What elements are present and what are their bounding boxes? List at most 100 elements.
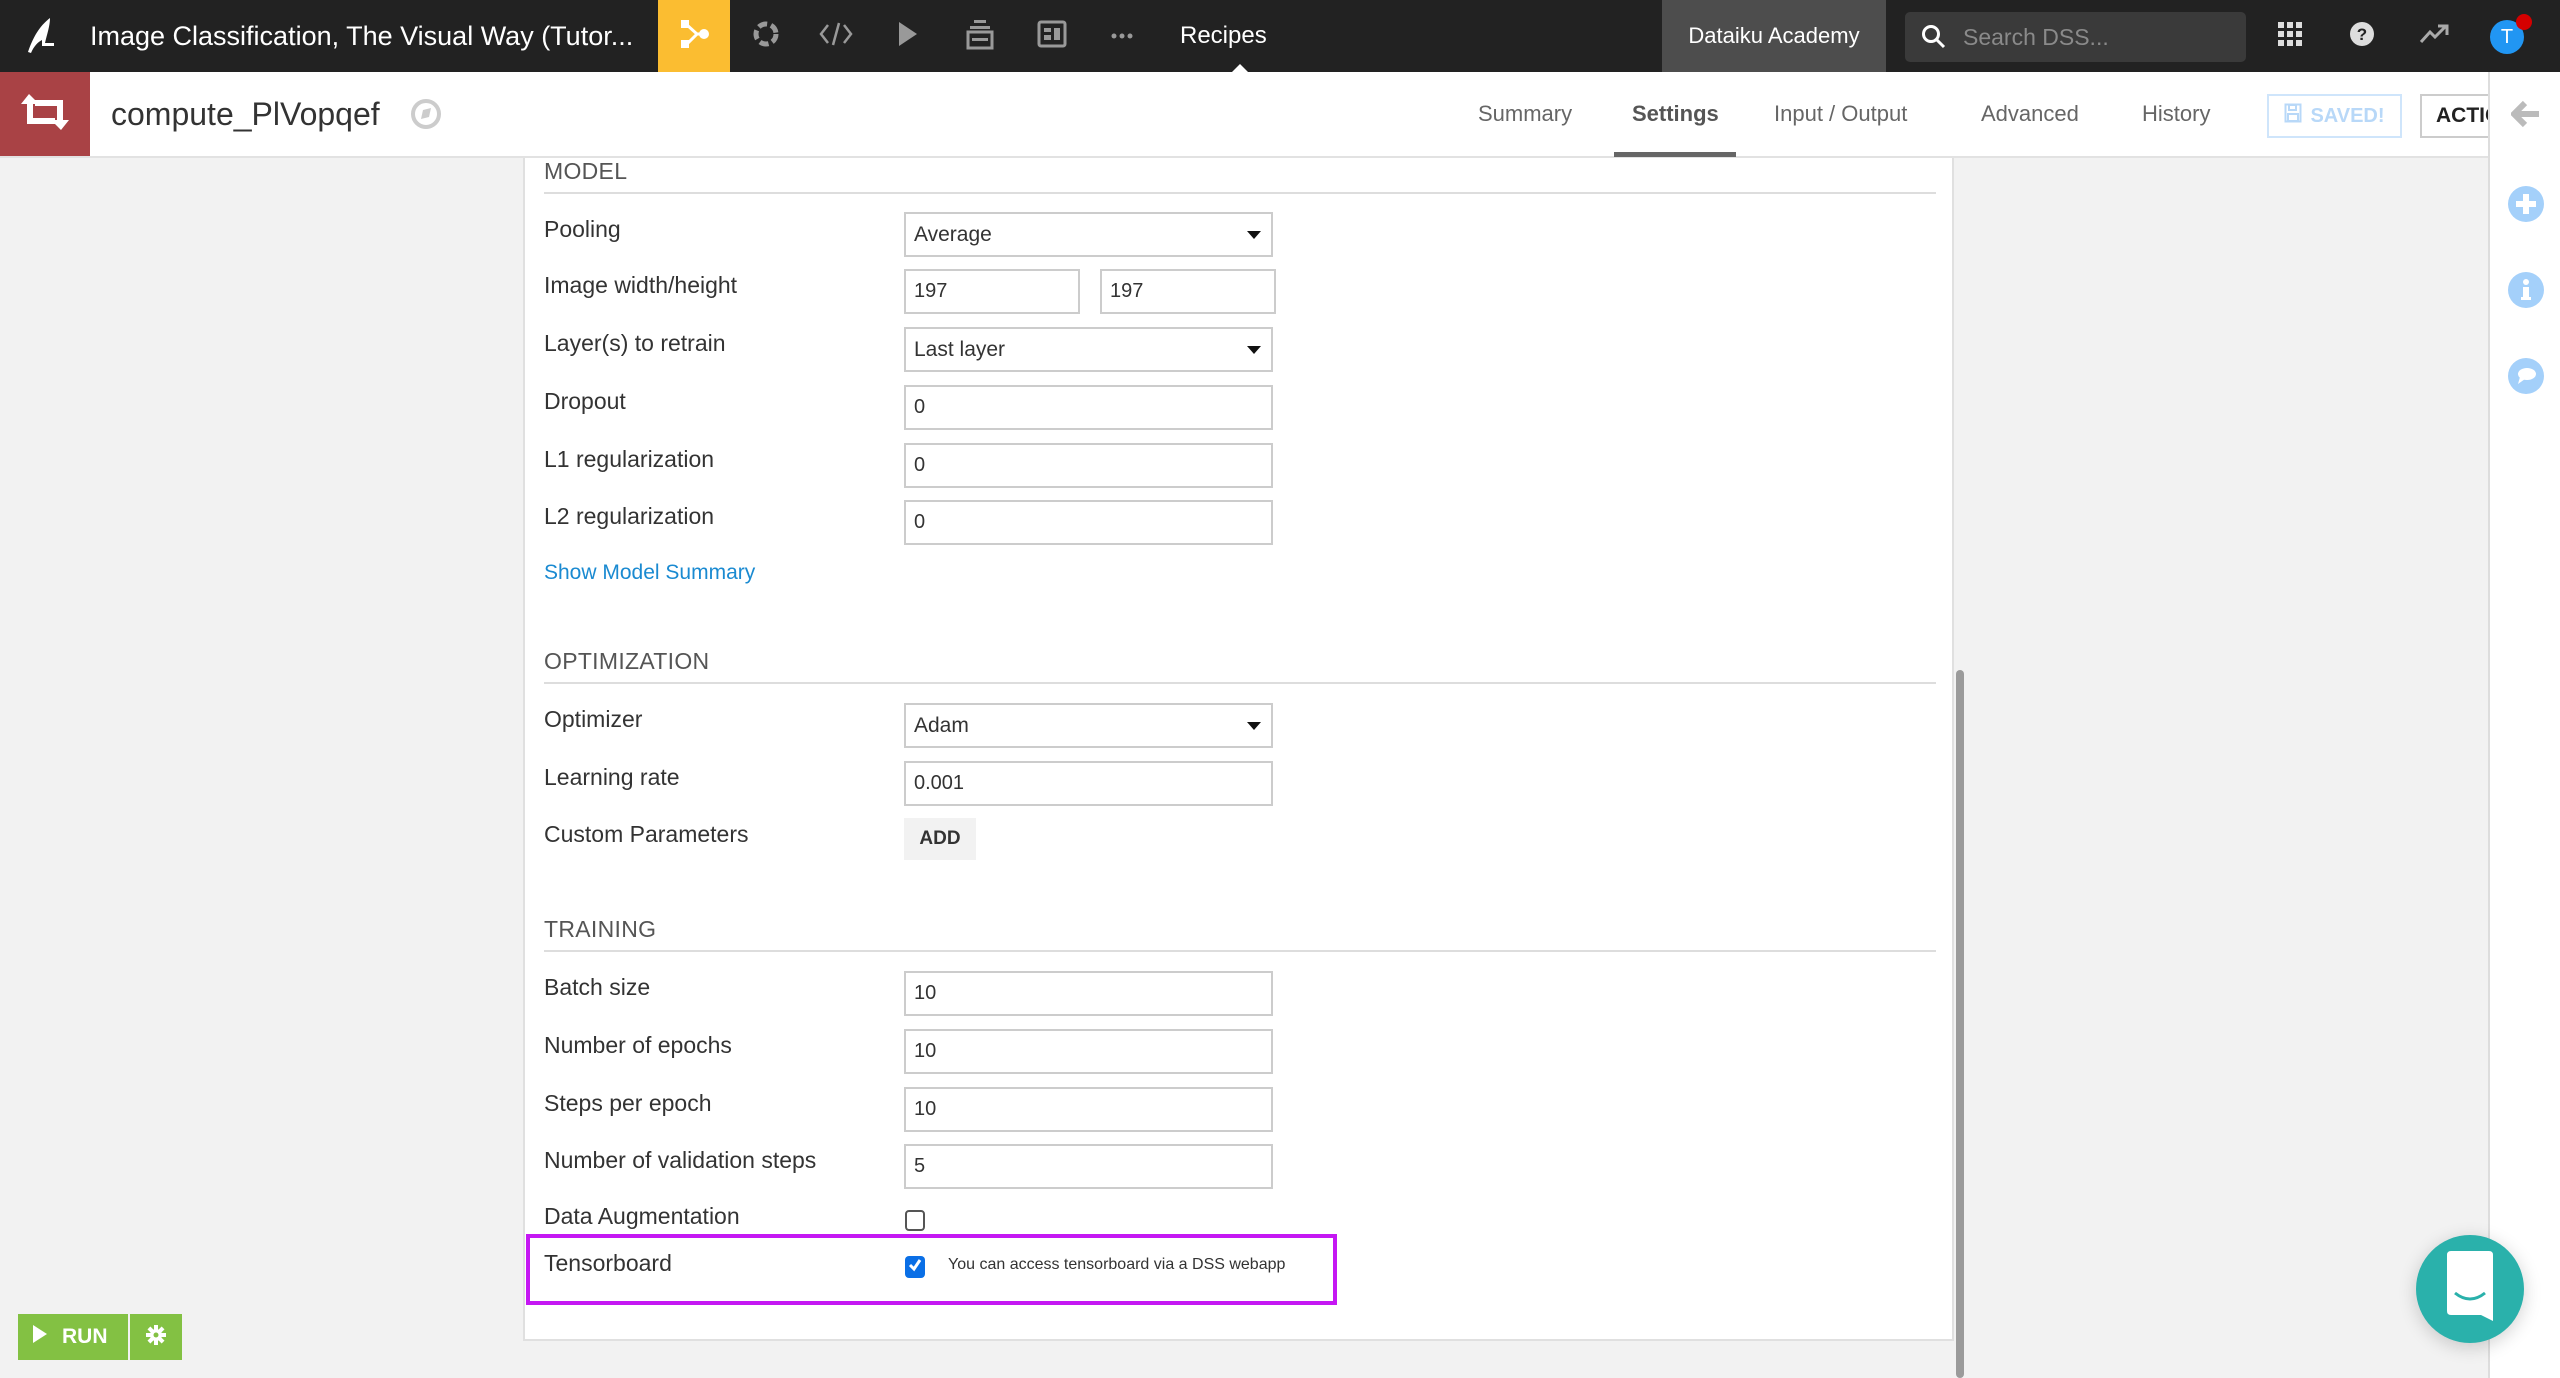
batch-size-label: Batch size xyxy=(544,974,651,1000)
run-button[interactable]: RUN xyxy=(18,1314,128,1360)
dashboard-icon xyxy=(1037,20,1067,53)
batch-size-input[interactable] xyxy=(904,971,1273,1016)
dropout-input[interactable] xyxy=(904,385,1273,430)
caret-down-icon xyxy=(1247,231,1261,239)
tab-advanced[interactable]: Advanced xyxy=(1981,72,2079,156)
flow-icon xyxy=(677,17,711,56)
section-divider xyxy=(544,682,1936,684)
epochs-input[interactable] xyxy=(904,1029,1273,1074)
add-custom-parameter-button[interactable]: ADD xyxy=(904,818,976,860)
epochs-label: Number of epochs xyxy=(544,1032,732,1058)
image-size-label: Image width/height xyxy=(544,272,738,298)
lab-button[interactable] xyxy=(736,0,796,72)
section-title-training: TRAINING xyxy=(544,916,657,942)
data-augmentation-checkbox[interactable] xyxy=(905,1210,925,1231)
right-sidebar xyxy=(2488,72,2560,1378)
validation-steps-label: Number of validation steps xyxy=(544,1147,817,1173)
search-icon xyxy=(1921,24,1947,50)
notification-badge xyxy=(2516,14,2532,30)
pooling-value: Average xyxy=(914,223,992,246)
collapse-panel-button[interactable] xyxy=(2508,98,2544,134)
optimizer-select[interactable]: Adam xyxy=(904,703,1273,748)
active-tab-indicator xyxy=(1614,152,1736,157)
more-icon xyxy=(1110,27,1134,45)
layers-value: Last layer xyxy=(914,338,1006,361)
jobs-button[interactable] xyxy=(878,0,938,72)
layers-select[interactable]: Last layer xyxy=(904,327,1273,372)
steps-per-epoch-label: Steps per epoch xyxy=(544,1090,712,1116)
section-title-model: MODEL xyxy=(544,158,628,184)
support-chat-launcher[interactable] xyxy=(2416,1235,2524,1343)
trending-up-icon xyxy=(2419,23,2449,50)
tab-input-output[interactable]: Input / Output xyxy=(1774,72,1907,156)
apps-grid-button[interactable] xyxy=(2272,18,2308,54)
dataiku-logo-icon[interactable] xyxy=(20,16,64,56)
project-title[interactable]: Image Classification, The Visual Way (Tu… xyxy=(90,0,633,72)
apps-grid-icon xyxy=(2277,21,2303,52)
image-width-input[interactable] xyxy=(904,269,1080,314)
caret-down-icon xyxy=(1247,722,1261,730)
more-button[interactable] xyxy=(1092,0,1152,72)
flow-button[interactable] xyxy=(658,0,730,72)
lab-icon xyxy=(752,19,780,54)
chat-bubble-icon xyxy=(2508,357,2544,399)
plus-circle-icon xyxy=(2508,185,2544,227)
section-title-optimization: OPTIMIZATION xyxy=(544,648,710,674)
actions-plus-button[interactable] xyxy=(2508,185,2544,227)
l2-input[interactable] xyxy=(904,500,1273,545)
recipe-type-badge xyxy=(0,72,90,156)
l1-label: L1 regularization xyxy=(544,446,715,472)
annotation-highlight-box xyxy=(526,1234,1337,1305)
steps-per-epoch-input[interactable] xyxy=(904,1087,1273,1132)
custom-parameters-label: Custom Parameters xyxy=(544,821,749,847)
arrow-left-icon xyxy=(2509,100,2541,133)
l2-label: L2 regularization xyxy=(544,503,715,529)
learning-rate-input[interactable] xyxy=(904,761,1273,806)
tab-settings[interactable]: Settings xyxy=(1632,72,1719,156)
recipe-sync-icon xyxy=(19,92,71,137)
svg-text:?: ? xyxy=(2357,25,2367,44)
dashboards-button[interactable] xyxy=(1022,0,1082,72)
discussions-button[interactable] xyxy=(2508,357,2544,399)
navigator-compass-icon[interactable] xyxy=(410,98,442,130)
gear-icon xyxy=(146,1324,166,1350)
image-height-input[interactable] xyxy=(1100,269,1276,314)
datasets-button[interactable] xyxy=(950,0,1010,72)
scrollbar-thumb[interactable] xyxy=(1956,670,1964,1378)
data-augmentation-label: Data Augmentation xyxy=(544,1203,740,1229)
run-options-button[interactable] xyxy=(130,1314,182,1360)
layers-label: Layer(s) to retrain xyxy=(544,330,726,356)
floppy-disk-icon xyxy=(2284,103,2302,129)
code-button[interactable] xyxy=(806,0,866,72)
tab-summary[interactable]: Summary xyxy=(1478,72,1572,156)
validation-steps-input[interactable] xyxy=(904,1144,1273,1189)
recipe-header: compute_PlVopqef Summary Settings Input … xyxy=(0,72,2500,158)
caret-down-icon xyxy=(1247,346,1261,354)
run-button-label: RUN xyxy=(62,1325,108,1348)
learning-rate-label: Learning rate xyxy=(544,764,680,790)
show-model-summary-link[interactable]: Show Model Summary xyxy=(544,561,755,585)
details-info-button[interactable] xyxy=(2508,271,2544,313)
optimizer-label: Optimizer xyxy=(544,706,643,732)
search-input[interactable] xyxy=(1963,12,2233,62)
datasets-stack-icon xyxy=(966,18,994,55)
pooling-label: Pooling xyxy=(544,216,621,242)
recipe-name[interactable]: compute_PlVopqef xyxy=(111,72,380,156)
save-button[interactable]: SAVED! xyxy=(2267,94,2402,138)
info-circle-icon xyxy=(2508,271,2544,313)
instance-name-button[interactable]: Dataiku Academy xyxy=(1662,0,1886,72)
help-button[interactable]: ? xyxy=(2344,18,2380,54)
nav-recipes[interactable]: Recipes xyxy=(1180,0,1267,72)
code-icon xyxy=(819,21,853,52)
activity-button[interactable] xyxy=(2416,18,2452,54)
chat-smile-icon xyxy=(2443,1250,2497,1328)
run-jobs-icon xyxy=(897,20,919,53)
dropout-label: Dropout xyxy=(544,388,626,414)
top-navigation-bar: Image Classification, The Visual Way (Tu… xyxy=(0,0,2560,72)
search-box[interactable] xyxy=(1905,12,2246,62)
save-button-label: SAVED! xyxy=(2310,104,2385,127)
active-section-caret xyxy=(1232,64,1248,72)
l1-input[interactable] xyxy=(904,443,1273,488)
pooling-select[interactable]: Average xyxy=(904,212,1273,257)
tab-history[interactable]: History xyxy=(2142,72,2210,156)
